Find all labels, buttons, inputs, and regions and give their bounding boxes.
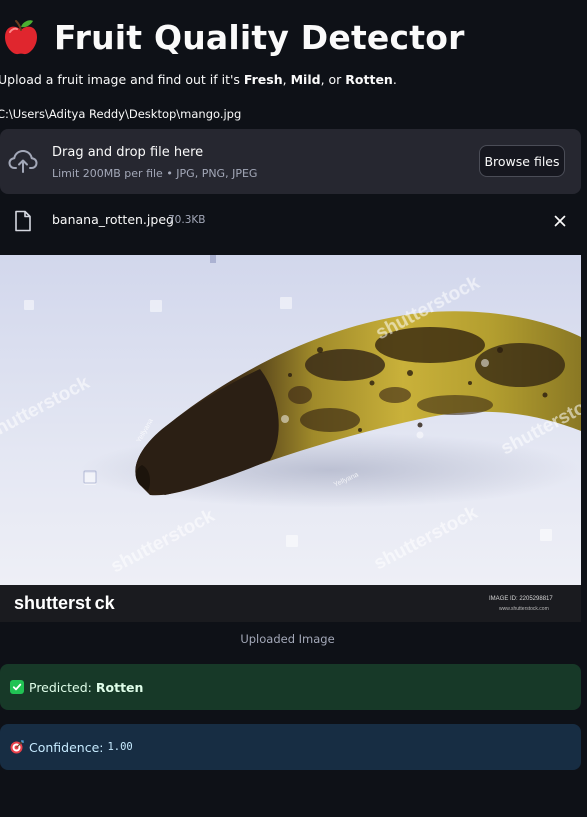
check-mark-icon — [10, 680, 24, 694]
cloud-upload-icon — [8, 148, 38, 174]
intro-prefix: Upload a fruit image and find out if it'… — [0, 72, 244, 87]
target-icon — [10, 740, 24, 754]
confidence-label: Confidence: — [29, 739, 108, 755]
title-text: Fruit Quality Detector — [54, 17, 465, 57]
browse-files-button[interactable]: Browse files — [479, 145, 565, 177]
red-apple-icon — [2, 18, 40, 56]
image-id-text: IMAGE ID: 2205298817 — [489, 596, 553, 602]
uploaded-image: shutterstock shutterstock shutterstock s… — [0, 255, 581, 622]
dropzone-title: Drag and drop file here — [52, 145, 204, 160]
file-icon — [14, 210, 32, 232]
intro-text: Upload a fruit image and find out if it'… — [0, 72, 397, 87]
site-url-text: www.shutterstock.com — [499, 606, 549, 612]
intro-sep: , — [282, 72, 291, 87]
prediction-value: Rotten — [95, 679, 144, 695]
prediction-label: Predicted: — [29, 679, 96, 695]
close-icon[interactable] — [552, 213, 568, 229]
intro-fresh: Fresh — [243, 72, 283, 87]
file-path-text: C:\Users\Aditya Reddy\Desktop\mango.jpg — [0, 107, 242, 121]
confidence-alert: Confidence: 1.00 — [0, 724, 581, 770]
intro-rotten: Rotten — [345, 72, 393, 87]
uploaded-file-name: banana_rotten.jpeg — [52, 212, 174, 227]
uploaded-file-row: banana_rotten.jpeg 70.3KB — [0, 204, 581, 238]
uploaded-file-size: 70.3KB — [168, 214, 206, 226]
intro-suffix: . — [392, 72, 397, 87]
intro-mild: Mild — [290, 72, 321, 87]
confidence-value: 1.00 — [107, 741, 133, 753]
shutterstock-logo: shutterst ck — [14, 593, 116, 613]
page-title: Fruit Quality Detector — [2, 14, 465, 60]
image-caption: Uploaded Image — [240, 632, 335, 646]
intro-sep: , or — [320, 72, 346, 87]
prediction-alert: Predicted: Rotten — [0, 664, 581, 710]
file-uploader-dropzone[interactable]: Drag and drop file here Limit 200MB per … — [0, 129, 581, 194]
dropzone-limit: Limit 200MB per file • JPG, PNG, JPEG — [52, 167, 258, 180]
